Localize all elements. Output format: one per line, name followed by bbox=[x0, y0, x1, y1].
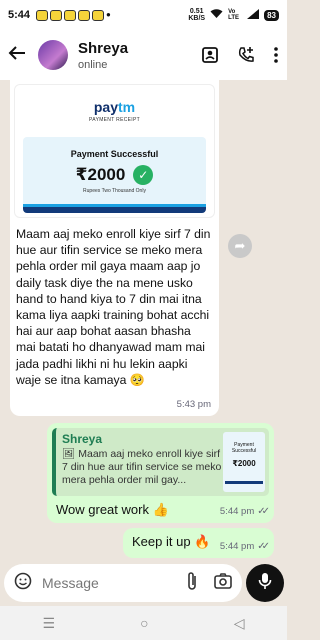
mic-button[interactable] bbox=[246, 564, 284, 602]
notification-icon bbox=[50, 9, 63, 21]
message-input[interactable] bbox=[42, 575, 162, 591]
volte-label: Vo LTE bbox=[228, 9, 239, 21]
wifi-icon bbox=[210, 9, 223, 21]
quoted-message[interactable]: Shreya 🖼 Maam aaj meko enroll kiye sirf … bbox=[52, 428, 269, 496]
quoted-thumbnail: Payment Successful ₹2000 bbox=[223, 432, 265, 492]
paytm-logo: paytm bbox=[15, 99, 214, 115]
contact-status: online bbox=[78, 58, 108, 71]
receipt-amount: ₹2000 bbox=[75, 165, 126, 184]
quoted-text-content: Maam aaj meko enroll kiye sirf 7 din hue… bbox=[62, 448, 222, 486]
home-icon[interactable]: ○ bbox=[140, 615, 148, 631]
back-arrow-icon[interactable] bbox=[8, 44, 30, 67]
status-bar: 5:44 ● 0.51 KB/S Vo LTE 83 bbox=[0, 0, 287, 30]
receipt-title: Payment Successful bbox=[70, 149, 159, 159]
incoming-message-text: Maam aaj meko enroll kiye sirf 7 din hue… bbox=[16, 227, 211, 387]
mic-icon bbox=[258, 572, 272, 595]
network-speed: 0.51 KB/S bbox=[188, 8, 205, 22]
read-ticks-icon: ✓✓ bbox=[257, 506, 270, 517]
reply-message[interactable]: Shreya 🖼 Maam aaj meko enroll kiye sirf … bbox=[47, 423, 274, 523]
notification-icon bbox=[78, 9, 91, 21]
network-speed-unit: KB/S bbox=[188, 15, 206, 22]
notification-icons: ● bbox=[36, 9, 111, 21]
chat-area[interactable]: paytm PAYMENT RECEIPT Payment Successful… bbox=[0, 80, 287, 560]
network-speed-value: 0.51 bbox=[189, 8, 204, 15]
signal-icon bbox=[247, 9, 260, 21]
image-icon: 🖼 bbox=[62, 448, 79, 460]
paytm-logo-tm: tm bbox=[118, 99, 136, 115]
success-check-icon: ✓ bbox=[133, 165, 154, 185]
status-time: 5:44 bbox=[8, 9, 31, 21]
incoming-message-time: 5:43 pm bbox=[176, 399, 211, 410]
receipt-card: Payment Successful ₹2000 ✓ Rupees Two Th… bbox=[23, 137, 206, 207]
chat-header: Shreya online bbox=[0, 30, 287, 80]
contact-name: Shreya bbox=[78, 39, 129, 57]
short-message-time: 5:44 pm bbox=[219, 541, 255, 552]
receipt-subtitle: PAYMENT RECEIPT bbox=[89, 117, 140, 123]
short-message[interactable]: Keep it up 🔥 5:44 pm ✓✓ bbox=[123, 528, 274, 558]
add-call-icon[interactable] bbox=[237, 46, 255, 64]
more-vert-icon[interactable] bbox=[273, 46, 279, 64]
battery-level: 83 bbox=[264, 9, 279, 21]
contact-info[interactable]: Shreya online bbox=[78, 40, 128, 71]
composer-bar bbox=[0, 562, 287, 604]
more-notifications-dot-icon: ● bbox=[106, 9, 111, 19]
notification-icon bbox=[36, 9, 49, 21]
forward-icon[interactable]: ➦ bbox=[228, 234, 252, 258]
recent-apps-icon[interactable]: ☰ bbox=[43, 615, 56, 632]
quoted-thumb-bar bbox=[225, 481, 263, 484]
receipt-footer-bar bbox=[23, 207, 206, 213]
system-nav-bar: ☰ ○ ◁ bbox=[0, 606, 287, 640]
contact-card-icon[interactable] bbox=[201, 46, 219, 64]
notification-icon bbox=[92, 9, 105, 21]
quoted-text: 🖼 Maam aaj meko enroll kiye sirf 7 din h… bbox=[62, 448, 227, 488]
emoji-sticker-icon[interactable] bbox=[14, 572, 32, 595]
back-nav-icon[interactable]: ◁ bbox=[234, 615, 245, 632]
avatar[interactable] bbox=[38, 40, 68, 70]
incoming-message[interactable]: paytm PAYMENT RECEIPT Payment Successful… bbox=[10, 80, 219, 416]
quoted-thumb-amount: ₹2000 bbox=[232, 459, 256, 468]
attach-icon[interactable] bbox=[186, 571, 198, 596]
receipt-amount-words: Rupees Two Thousand Only bbox=[83, 188, 146, 194]
camera-icon[interactable] bbox=[214, 572, 232, 594]
read-ticks-icon: ✓✓ bbox=[257, 541, 270, 552]
quoted-thumb-title: Payment Successful bbox=[231, 442, 257, 454]
message-composer[interactable] bbox=[4, 564, 242, 602]
paytm-logo-pay: pay bbox=[93, 99, 118, 115]
notification-icon bbox=[64, 9, 77, 21]
payment-receipt-image[interactable]: paytm PAYMENT RECEIPT Payment Successful… bbox=[14, 84, 215, 218]
reply-message-time: 5:44 pm bbox=[219, 506, 255, 517]
